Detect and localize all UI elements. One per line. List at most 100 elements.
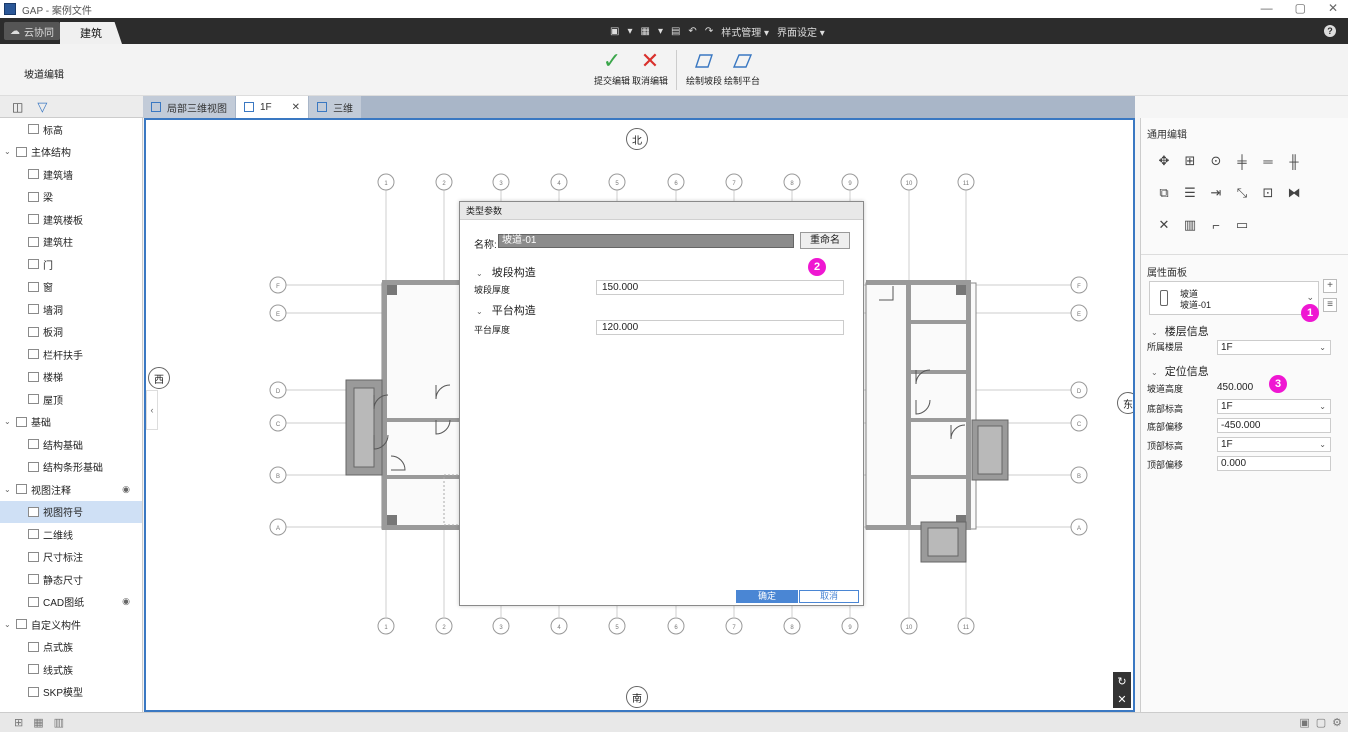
tree-item[interactable]: 建筑墙	[0, 163, 142, 186]
tree-item[interactable]: 尺寸标注	[0, 546, 142, 569]
tree-item[interactable]: 墙洞	[0, 298, 142, 321]
minimize-button[interactable]: —	[1261, 1, 1273, 15]
file-dropdown[interactable]: ▾	[627, 26, 632, 37]
collapse-panel-button[interactable]: ‹	[146, 390, 158, 430]
tile-view-icon[interactable]: ▦	[33, 716, 43, 729]
move-icon[interactable]: ✥	[1153, 150, 1175, 172]
tree-item[interactable]: 二维线	[0, 523, 142, 546]
tab-architecture[interactable]: 建筑	[60, 22, 122, 44]
visibility-icon[interactable]: ◉	[122, 484, 130, 495]
tree-item[interactable]: 屋顶	[0, 388, 142, 411]
tab-local-3d[interactable]: 局部三维视图	[143, 96, 235, 118]
submit-edit-button[interactable]: ✓ 提交编辑	[594, 48, 630, 87]
position-info-section[interactable]: ⌄ 定位信息	[1151, 363, 1209, 379]
tree-item[interactable]: 窗	[0, 276, 142, 299]
expand-icon[interactable]: ⌄	[4, 417, 11, 426]
brush-icon[interactable]: ⌐	[1205, 214, 1227, 236]
tree-item[interactable]: ⌄ 自定义构件	[0, 613, 142, 636]
tree-item[interactable]: CAD图纸 ◉	[0, 591, 142, 614]
save-icon[interactable]: ▤	[671, 26, 680, 37]
tree-item[interactable]: SKP模型	[0, 681, 142, 704]
platform-thickness-input[interactable]: 120.000	[596, 320, 844, 335]
ui-settings-menu[interactable]: 界面设定 ▾	[777, 24, 825, 39]
screen-icon[interactable]: ▣	[1299, 716, 1309, 729]
cancel-button[interactable]: 取消	[799, 590, 859, 603]
bottom-offset-input[interactable]: -450.000	[1217, 418, 1331, 433]
tree-item[interactable]: 线式族	[0, 658, 142, 681]
mirror-icon[interactable]: ⧓	[1283, 182, 1305, 204]
tree-item[interactable]: 门	[0, 253, 142, 276]
close-window-button[interactable]: ✕	[1328, 1, 1338, 15]
align-icon[interactable]: ═	[1257, 150, 1279, 172]
close-tab-icon[interactable]: ✕	[292, 102, 300, 113]
extend-icon[interactable]: ⇥	[1205, 182, 1227, 204]
top-level-select[interactable]: 1F ⌄	[1217, 437, 1331, 452]
copy-icon[interactable]: ⊞	[1179, 150, 1201, 172]
tree-item[interactable]: 点式族	[0, 636, 142, 659]
measure-icon[interactable]: ▭	[1231, 214, 1253, 236]
array-icon[interactable]: ⧉	[1153, 182, 1175, 204]
tree-item[interactable]: 栏杆扶手	[0, 343, 142, 366]
ramp-segment-section[interactable]: ⌄ 坡段构造	[476, 264, 536, 280]
tab-cloud[interactable]: ☁ 云协同	[4, 22, 60, 40]
delete-icon[interactable]: ✕	[1153, 214, 1175, 236]
block-icon[interactable]: ▥	[1179, 214, 1201, 236]
rotate-view-icon[interactable]: ↻	[1117, 675, 1126, 688]
rename-button[interactable]: 重命名	[800, 232, 850, 249]
stack-icon[interactable]: ☰	[1179, 182, 1201, 204]
undo-icon[interactable]: ↶	[688, 26, 696, 37]
offset-icon[interactable]: ╫	[1283, 150, 1305, 172]
tree-item[interactable]: 板洞	[0, 321, 142, 344]
name-input[interactable]: 坡道-01	[498, 234, 794, 248]
tree-item[interactable]: ⌄ 主体结构	[0, 141, 142, 164]
list-view-icon[interactable]: ▥	[54, 716, 64, 729]
close-view-icon[interactable]: ✕	[1117, 693, 1126, 706]
draw-ramp-segment-button[interactable]: 绘制坡段	[686, 48, 722, 87]
restore-button[interactable]: ▢	[1295, 1, 1306, 15]
settings-icon[interactable]: ⚙	[1332, 716, 1342, 729]
top-offset-input[interactable]: 0.000	[1217, 456, 1331, 471]
tree-item[interactable]: 结构条形基础	[0, 456, 142, 479]
cancel-edit-button[interactable]: ✕ 取消编辑	[632, 48, 668, 87]
group-icon[interactable]: ⊡	[1257, 182, 1279, 204]
tree-item[interactable]: 静态尺寸	[0, 568, 142, 591]
style-manager-menu[interactable]: 样式管理 ▾	[721, 24, 769, 39]
panel-toggle-icon[interactable]: ◫	[12, 100, 23, 114]
tree-item[interactable]: 标高	[0, 118, 142, 141]
floor-select[interactable]: 1F ⌄	[1217, 340, 1331, 355]
tree-item[interactable]: 梁	[0, 186, 142, 209]
draw-platform-button[interactable]: 绘制平台	[724, 48, 760, 87]
help-icon[interactable]: ?	[1324, 25, 1336, 37]
grid-view-icon[interactable]: ⊞	[14, 716, 23, 729]
file-icon[interactable]: ▣	[610, 26, 619, 37]
tree-item[interactable]: ⌄ 基础	[0, 411, 142, 434]
expand-icon[interactable]: ⌄	[4, 147, 11, 156]
building-icon[interactable]: ▦	[640, 26, 649, 37]
rotate-icon[interactable]: ⊙	[1205, 150, 1227, 172]
floor-info-section[interactable]: ⌄ 楼层信息	[1151, 323, 1209, 339]
add-type-button[interactable]: +	[1323, 279, 1337, 293]
tree-item[interactable]: 建筑楼板	[0, 208, 142, 231]
scale-icon[interactable]: ⤡	[1231, 182, 1253, 204]
tree-item[interactable]: 结构基础	[0, 433, 142, 456]
tree-item[interactable]: 建筑柱	[0, 231, 142, 254]
building-dropdown[interactable]: ▾	[658, 26, 663, 37]
redo-icon[interactable]: ↷	[705, 26, 713, 37]
tree-item[interactable]: 视图符号	[0, 500, 142, 523]
tab-3d[interactable]: 三维	[309, 96, 362, 118]
tree-item[interactable]: ⌄ 视图注释 ◉	[0, 478, 142, 501]
visibility-icon[interactable]: ◉	[122, 596, 130, 607]
cube-icon[interactable]: ▢	[1316, 716, 1326, 729]
type-selector[interactable]: 坡道 坡道-01 ⌄	[1149, 281, 1319, 315]
expand-icon[interactable]: ⌄	[4, 620, 11, 629]
tab-1f[interactable]: 1F ✕	[236, 96, 309, 118]
platform-section[interactable]: ⌄ 平台构造	[476, 302, 536, 318]
ok-button[interactable]: 确定	[736, 590, 798, 603]
segment-thickness-input[interactable]: 150.000	[596, 280, 844, 295]
tree-item[interactable]: 楼梯	[0, 366, 142, 389]
bottom-level-select[interactable]: 1F ⌄	[1217, 399, 1331, 414]
expand-icon[interactable]: ⌄	[4, 485, 11, 494]
type-menu-button[interactable]: ≡	[1323, 298, 1337, 312]
filter-icon[interactable]: ▽	[37, 99, 47, 115]
split-icon[interactable]: ╪	[1231, 150, 1253, 172]
